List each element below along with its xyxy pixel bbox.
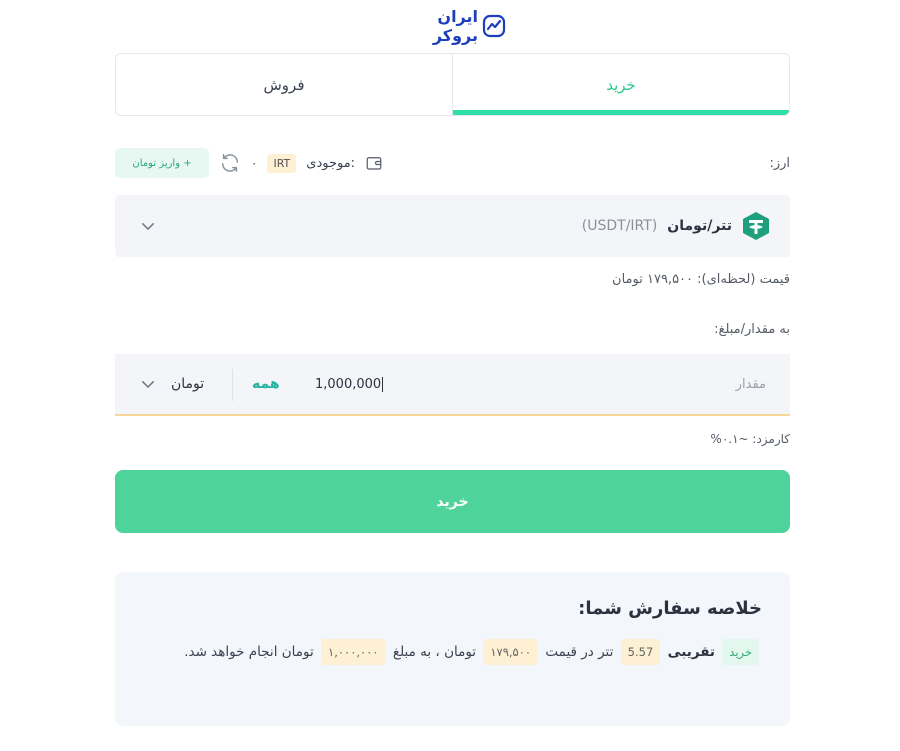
order-summary: خلاصه سفارش شما: خرید تقریبی 5.57 تتر در… xyxy=(115,572,790,726)
wallet-icon xyxy=(365,154,383,172)
divider xyxy=(232,369,233,401)
currency-code-badge: IRT xyxy=(267,153,297,173)
trade-side-tabs: خرید فروش xyxy=(115,53,790,116)
amount-label: به مقدار/مبلغ: xyxy=(714,322,790,337)
balance-label: موجودی: xyxy=(306,155,356,171)
buy-button[interactable]: خرید xyxy=(115,470,790,533)
chevron-down-icon[interactable] xyxy=(139,217,157,235)
balance-value: ۰ xyxy=(251,156,258,170)
live-price: قیمت (لحظه‌ای): ۱۷۹,۵۰۰ تومان xyxy=(612,272,790,287)
unit-label: تومان xyxy=(171,376,205,392)
brand-logo[interactable]: ایران بروکر xyxy=(396,7,506,45)
pair-name: تتر/تومان xyxy=(667,218,732,234)
side-chip: خرید xyxy=(722,639,759,665)
tether-icon xyxy=(740,210,772,242)
all-amount-button[interactable]: همه xyxy=(252,376,280,392)
brand-chart-icon xyxy=(482,14,506,38)
quantity-chip: 5.57 xyxy=(620,639,661,665)
pair-select[interactable]: تتر/تومان (USDT/IRT) xyxy=(115,195,790,257)
summary-text-part: تومان ، به مبلغ xyxy=(392,644,477,660)
brand-name: ایران بروکر xyxy=(432,7,479,45)
balance-group: + واریز تومان ۰ IRT موجودی: xyxy=(115,148,383,178)
pair-code: (USDT/IRT) xyxy=(581,218,658,234)
currency-label: ارز: xyxy=(769,155,790,171)
tab-sell[interactable]: فروش xyxy=(116,54,453,115)
summary-text: خرید تقریبی 5.57 تتر در قیمت ۱۷۹,۵۰۰ توم… xyxy=(139,637,762,667)
summary-text-part: تومان انجام خواهد شد. xyxy=(184,644,314,660)
tab-buy[interactable]: خرید xyxy=(453,54,789,115)
balance-row: ارز: + واریز تومان ۰ IRT موجودی: xyxy=(115,148,790,178)
amount-placeholder: مقدار xyxy=(735,376,766,392)
fee-info: کارمزد: ~۰.۱% xyxy=(710,432,790,446)
refresh-icon[interactable] xyxy=(219,152,241,174)
summary-title: خلاصه سفارش شما: xyxy=(578,598,762,619)
amount-field[interactable]: مقدار 1,000,000 همه تومان xyxy=(115,354,790,416)
amount-input[interactable]: 1,000,000 xyxy=(315,376,384,392)
approx-word: تقریبی xyxy=(667,644,715,660)
summary-text-part: تتر در قیمت xyxy=(545,644,614,660)
total-chip: ۱,۰۰۰,۰۰۰ xyxy=(321,639,386,665)
deposit-toman-button[interactable]: + واریز تومان xyxy=(115,148,209,178)
unit-select[interactable]: تومان xyxy=(139,375,204,393)
chevron-down-icon[interactable] xyxy=(139,375,157,393)
price-chip: ۱۷۹,۵۰۰ xyxy=(483,639,539,665)
